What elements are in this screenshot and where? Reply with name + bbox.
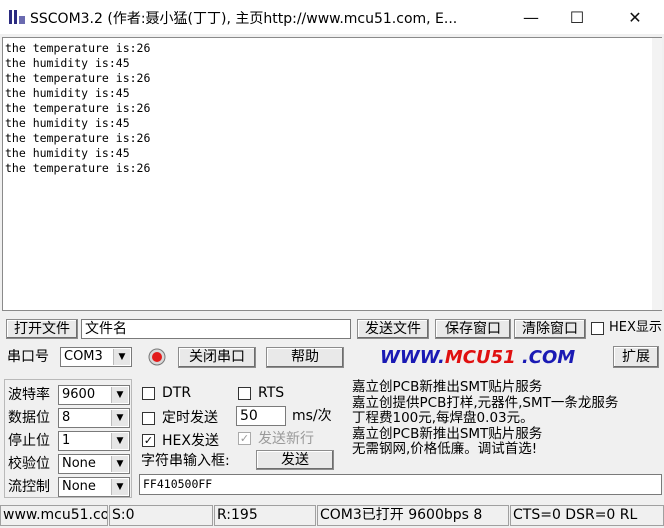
chevron-down-icon: ▼: [111, 479, 128, 495]
receive-scrollbar[interactable]: [652, 38, 662, 310]
save-window-button[interactable]: 保存窗口: [435, 319, 511, 339]
ad-line-5[interactable]: 无需钢网,价格低廉。调试首选!: [352, 441, 658, 458]
baud-select[interactable]: 9600 ▼: [58, 385, 130, 405]
parity-select[interactable]: None ▼: [58, 454, 130, 474]
parity-value: None: [62, 456, 96, 471]
hex-display-label: HEX显示: [609, 320, 662, 335]
status-received: R:195: [214, 505, 316, 526]
chevron-down-icon: ▼: [111, 410, 128, 426]
brand-prefix: WWW.: [380, 347, 445, 368]
hex-send-label: HEX发送: [162, 433, 219, 449]
send-input[interactable]: FF410500FF: [139, 474, 662, 495]
send-file-button[interactable]: 发送文件: [357, 319, 429, 339]
close-button[interactable]: ✕: [612, 0, 658, 34]
close-icon: ✕: [628, 7, 642, 27]
port-status-light-icon: [148, 348, 166, 366]
chevron-down-icon: ▼: [111, 456, 128, 472]
open-file-button[interactable]: 打开文件: [6, 319, 78, 339]
chevron-down-icon: ▼: [113, 349, 130, 365]
port-label: 串口号: [7, 349, 49, 365]
port-select[interactable]: COM3 ▼: [60, 347, 132, 367]
receive-textarea[interactable]: the temperature is:26 the humidity is:45…: [2, 37, 662, 311]
ad-line-4[interactable]: 嘉立创PCB新推出SMT贴片服务: [352, 426, 658, 443]
stopbits-select[interactable]: 1 ▼: [58, 431, 130, 451]
ad-line-2[interactable]: 嘉立创提供PCB打样,元器件,SMT一条龙服务: [352, 395, 658, 412]
hex-display-checkbox[interactable]: [591, 322, 604, 335]
app-icon: [9, 10, 25, 24]
interval-unit-label: ms/次: [292, 408, 332, 424]
brand-suffix: .COM: [515, 347, 576, 368]
status-sent: S:0: [109, 505, 213, 526]
databits-label: 数据位: [8, 410, 50, 426]
rts-checkbox[interactable]: [238, 387, 251, 400]
ad-box: 嘉立创PCB新推出SMT贴片服务 嘉立创提供PCB打样,元器件,SMT一条龙服务…: [349, 379, 661, 469]
port-value: COM3: [64, 349, 103, 364]
file-name-input[interactable]: 文件名: [81, 319, 351, 339]
minimize-icon: —: [523, 7, 539, 27]
ad-line-3[interactable]: 丁程费100元,每焊盘0.03元。: [352, 410, 658, 427]
flow-value: None: [62, 479, 96, 494]
baud-label: 波特率: [8, 387, 50, 403]
clear-window-button[interactable]: 清除窗口: [514, 319, 586, 339]
send-button[interactable]: 发送: [256, 450, 334, 470]
timed-send-label: 定时发送: [162, 410, 218, 426]
interval-input[interactable]: 50: [236, 406, 286, 426]
send-newline-label: 发送新行: [258, 431, 314, 447]
chevron-down-icon: ▼: [111, 433, 128, 449]
expand-button[interactable]: 扩展: [613, 346, 659, 368]
window-title: SSCOM3.2 (作者:聂小猛(丁丁), 主页http://www.mcu51…: [30, 11, 458, 27]
timed-send-checkbox[interactable]: [142, 412, 155, 425]
maximize-button[interactable]: ☐: [554, 0, 600, 34]
baud-value: 9600: [62, 387, 96, 402]
databits-select[interactable]: 8 ▼: [58, 408, 130, 428]
brand-link[interactable]: WWW.MCU51 .COM: [380, 347, 575, 368]
hex-send-checkbox[interactable]: ✓: [142, 434, 155, 447]
stopbits-label: 停止位: [8, 433, 50, 449]
ad-line-1[interactable]: 嘉立创PCB新推出SMT贴片服务: [352, 379, 658, 396]
dtr-label: DTR: [162, 385, 192, 401]
status-site: www.mcu51.cor: [0, 505, 108, 526]
rts-label: RTS: [258, 385, 285, 401]
title-bar: SSCOM3.2 (作者:聂小猛(丁丁), 主页http://www.mcu51…: [0, 0, 664, 34]
close-port-button[interactable]: 关闭串口: [178, 347, 256, 368]
status-lines: CTS=0 DSR=0 RL: [510, 505, 664, 526]
input-label: 字符串输入框:: [141, 453, 230, 469]
send-newline-checkbox[interactable]: ✓: [238, 432, 251, 445]
status-port: COM3已打开 9600bps 8: [317, 505, 509, 526]
dtr-checkbox[interactable]: [142, 387, 155, 400]
flow-label: 流控制: [8, 479, 50, 495]
minimize-button[interactable]: —: [508, 0, 554, 34]
stopbits-value: 1: [62, 433, 71, 448]
help-button[interactable]: 帮助: [266, 347, 344, 368]
maximize-icon: ☐: [569, 7, 585, 27]
databits-value: 8: [62, 410, 71, 425]
brand-mid: MCU51: [444, 347, 516, 368]
parity-label: 校验位: [8, 456, 50, 472]
flow-select[interactable]: None ▼: [58, 477, 130, 497]
chevron-down-icon: ▼: [111, 387, 128, 403]
